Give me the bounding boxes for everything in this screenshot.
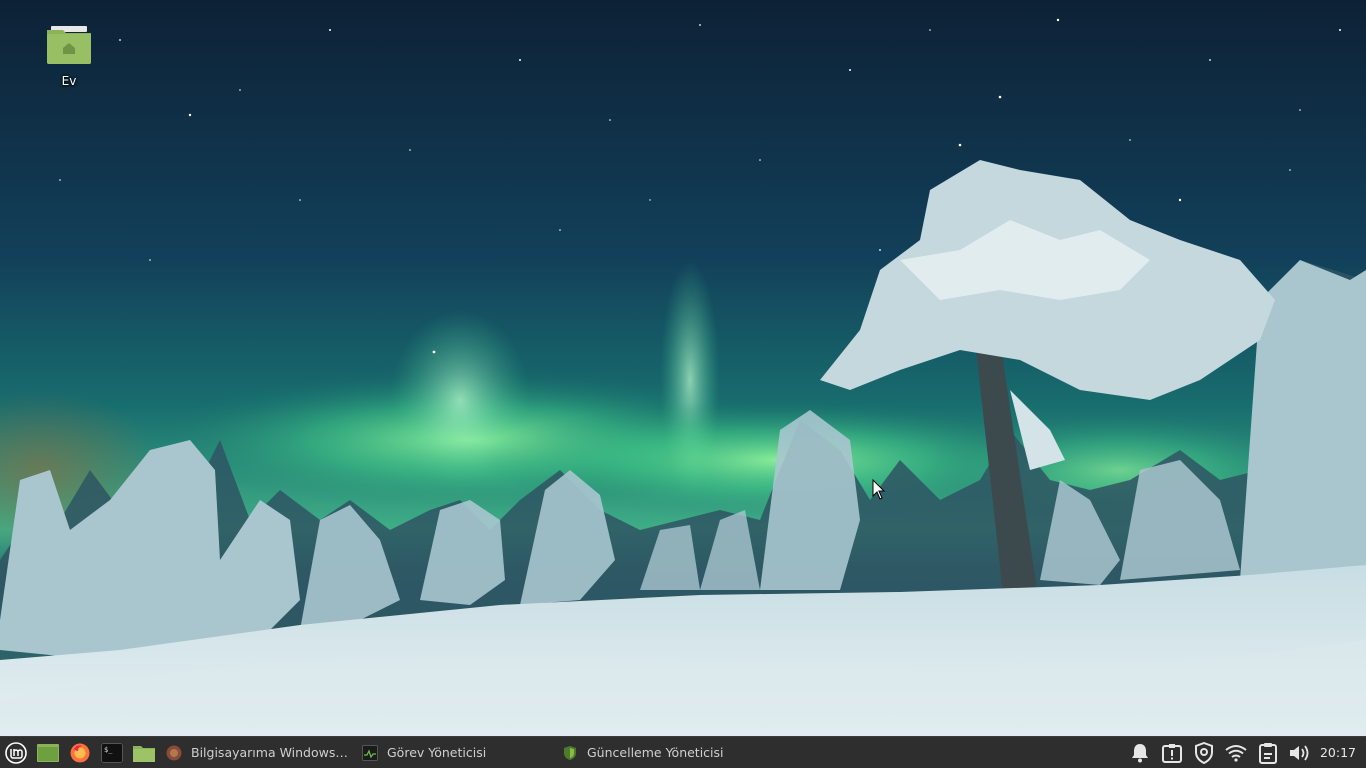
shield-tray-button[interactable] xyxy=(1188,737,1220,768)
taskbar-panel: $_ Bilgisayarıma Windows XP... Görev Yön… xyxy=(0,736,1366,768)
taskbar-window-browser[interactable]: Bilgisayarıma Windows XP... xyxy=(160,737,356,768)
show-desktop-icon xyxy=(37,743,59,762)
firefox-icon xyxy=(166,745,182,760)
files-folder-icon xyxy=(133,745,155,762)
update-manager-shield-icon xyxy=(564,745,576,760)
desktop-icon-label: Ev xyxy=(61,74,77,88)
taskbar-window-task-manager[interactable]: Görev Yöneticisi xyxy=(356,737,556,768)
system-monitor-icon xyxy=(362,744,378,761)
linux-mint-menu-icon xyxy=(5,741,27,764)
wallpaper-aurora-snow-forest xyxy=(0,0,1366,736)
system-tray: 20:17 xyxy=(1124,737,1366,768)
update-alert-icon xyxy=(1161,743,1182,763)
clipboard-icon xyxy=(1258,742,1277,764)
desktop-icon-home[interactable]: Ev xyxy=(28,22,110,88)
firefox-launcher[interactable] xyxy=(64,737,96,768)
taskbar-window-label: Bilgisayarıma Windows XP... xyxy=(191,745,350,760)
bell-icon xyxy=(1131,743,1148,762)
mouse-pointer-icon xyxy=(872,479,886,500)
taskbar-window-label: Görev Yöneticisi xyxy=(387,745,487,760)
network-tray-button[interactable] xyxy=(1220,737,1252,768)
show-desktop-button[interactable] xyxy=(32,737,64,768)
shield-icon xyxy=(1194,741,1213,764)
volume-icon xyxy=(1289,744,1309,761)
terminal-launcher[interactable]: $_ xyxy=(96,737,128,768)
menu-button[interactable] xyxy=(0,737,32,768)
home-folder-icon xyxy=(45,22,93,66)
firefox-icon xyxy=(70,743,90,762)
volume-tray-button[interactable] xyxy=(1284,737,1316,768)
files-launcher[interactable] xyxy=(128,737,160,768)
svg-text:$_: $_ xyxy=(104,746,113,754)
clock[interactable]: 20:17 xyxy=(1316,737,1366,768)
wifi-icon xyxy=(1225,744,1247,762)
clipboard-tray-button[interactable] xyxy=(1252,737,1284,768)
notifications-tray-button[interactable] xyxy=(1124,737,1156,768)
updates-tray-button[interactable] xyxy=(1156,737,1188,768)
taskbar-window-label: Güncelleme Yöneticisi xyxy=(587,745,724,760)
taskbar-window-update-manager[interactable]: Güncelleme Yöneticisi xyxy=(556,737,756,768)
terminal-icon: $_ xyxy=(101,742,123,763)
desktop: Ev xyxy=(0,0,1366,736)
